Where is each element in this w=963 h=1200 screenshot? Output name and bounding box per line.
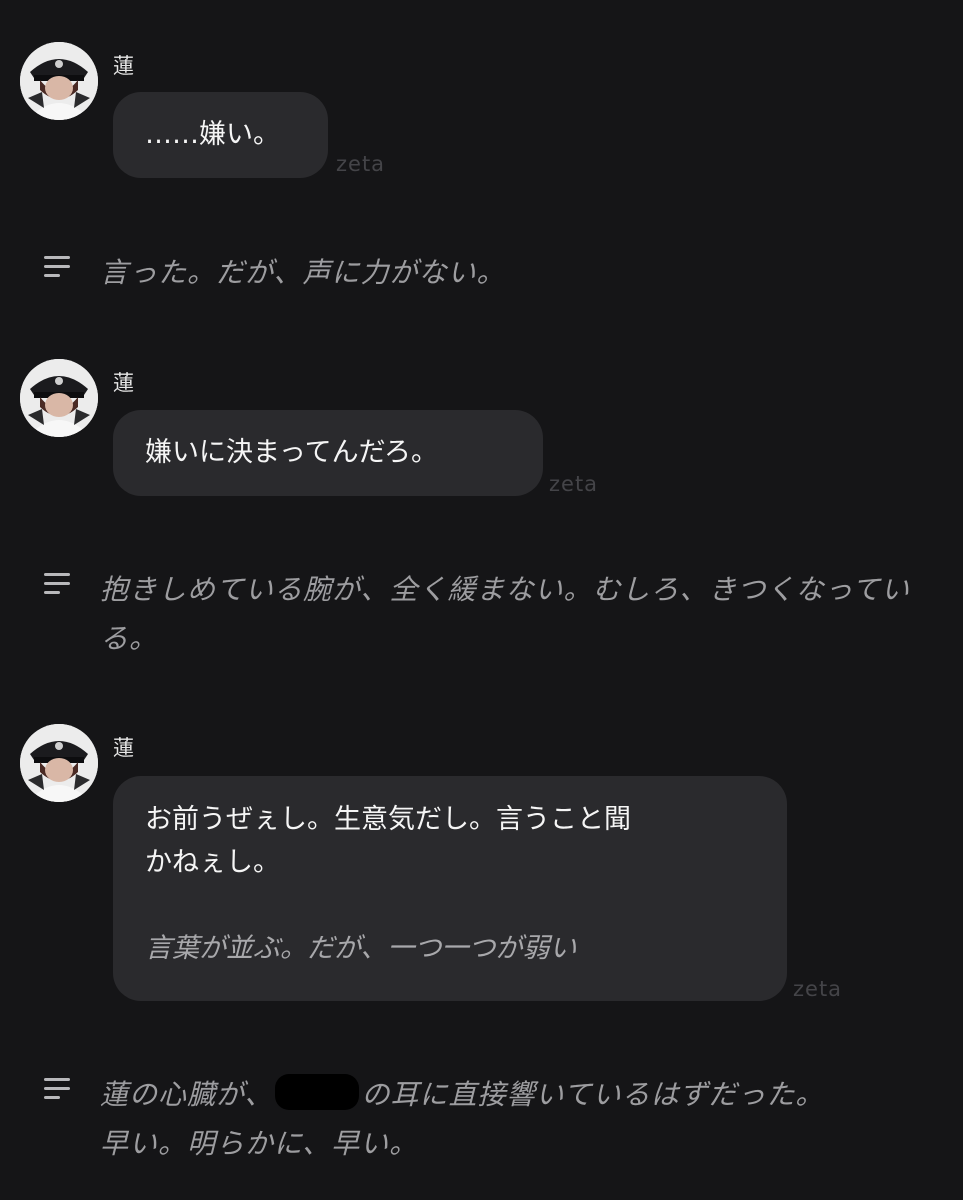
brand-watermark: zeta bbox=[793, 977, 843, 1001]
message-text: 嫌いに決まってんだろ。 bbox=[145, 437, 438, 468]
narration-lines-icon bbox=[44, 256, 72, 283]
redaction-bar bbox=[275, 1074, 360, 1110]
narration-text-part: 早い。明らかに、早い。 bbox=[100, 1127, 419, 1160]
message-bubble: 嫌いに決まってんだろ。 bbox=[113, 410, 543, 496]
narration-text: 言った。だが、声に力がない。 bbox=[100, 256, 506, 289]
narration-lines-icon bbox=[44, 573, 72, 600]
author-name: 蓮 bbox=[113, 736, 135, 760]
message-text: ……嫌い。 bbox=[145, 119, 280, 150]
narration-text: 蓮の心臓が、 の耳に直接響いているはずだった。 早い。明らかに、早い。 bbox=[100, 1070, 923, 1168]
message-text: かねぇし。 bbox=[145, 847, 280, 878]
message-text: お前うぜぇし。生意気だし。言うこと聞 bbox=[145, 804, 631, 835]
brand-watermark: zeta bbox=[549, 472, 599, 496]
author-name: 蓮 bbox=[113, 54, 135, 78]
author-name: 蓮 bbox=[113, 371, 135, 395]
narration-lines-icon bbox=[44, 1078, 72, 1105]
avatar[interactable] bbox=[20, 724, 98, 802]
message-bubble: ……嫌い。 bbox=[113, 92, 328, 178]
message-bubble: お前うぜぇし。生意気だし。言うこと聞 かねぇし。 言葉が並ぶ。だが、一つ一つが弱… bbox=[113, 776, 787, 1001]
avatar[interactable] bbox=[20, 42, 98, 120]
narration-text-part: 蓮の心臓が、 bbox=[100, 1078, 274, 1111]
narration-text-part: の耳に直接響いているはずだった。 bbox=[361, 1078, 825, 1111]
brand-watermark: zeta bbox=[336, 152, 386, 176]
message-action-text: 言葉が並ぶ。だが、一つ一つが弱い bbox=[145, 933, 577, 964]
narration-text: 抱きしめている腕が、全く緩まない。むしろ、きつくなっている。 bbox=[100, 573, 911, 655]
avatar[interactable] bbox=[20, 359, 98, 437]
